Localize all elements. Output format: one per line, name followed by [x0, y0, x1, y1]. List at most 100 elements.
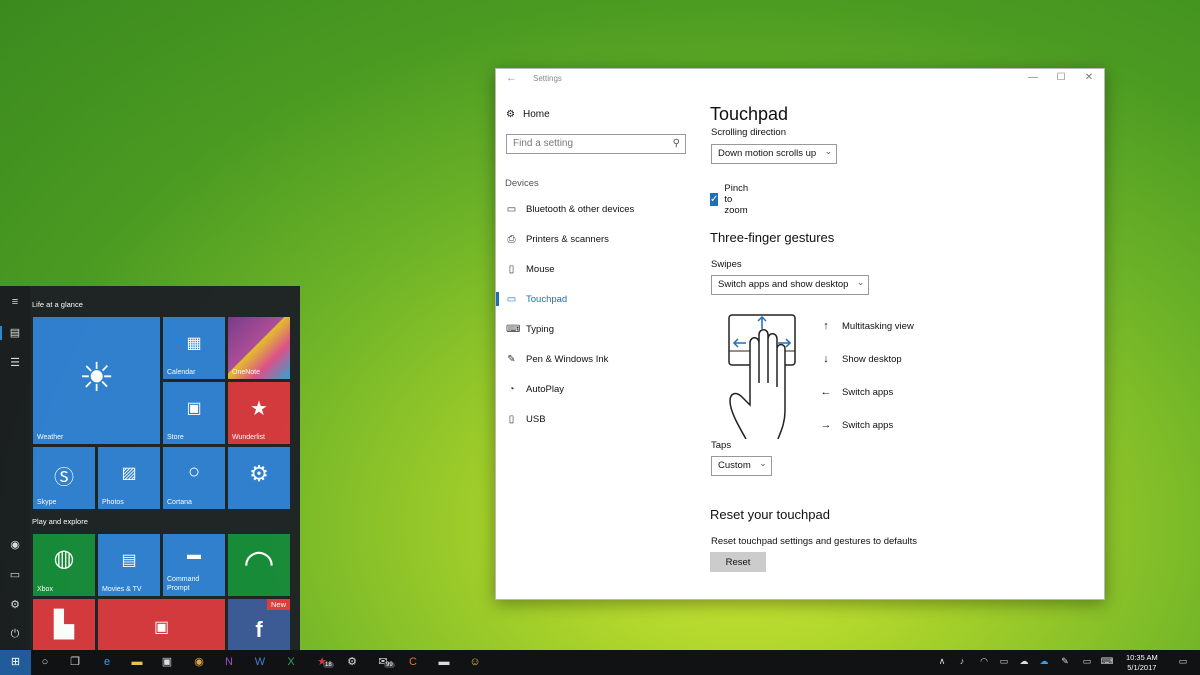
sidebar-item-printers[interactable]: ⎙ Printers & scanners [506, 231, 609, 247]
word-icon[interactable]: W [251, 654, 269, 671]
close-button[interactable]: ✕ [1079, 72, 1099, 83]
windows-start-icon[interactable]: ⊞ [0, 650, 31, 675]
tile-label: Photos [102, 499, 124, 506]
tile-onenote[interactable]: OneNote [228, 317, 290, 379]
tile-photos[interactable]: ▨ Photos [98, 447, 160, 509]
store-icon[interactable]: ▣ [158, 654, 176, 671]
tile-news[interactable]: ▣ [98, 599, 225, 650]
network-icon[interactable]: ▭ [997, 656, 1011, 667]
pinch-to-zoom-row[interactable]: ✓ Pinch to zoom [710, 183, 753, 216]
sidebar-item-typing[interactable]: ⌨ Typing [506, 321, 554, 337]
task-view-icon[interactable]: ❐ [66, 654, 84, 671]
gesture-down-row: ↓ Show desktop [820, 353, 901, 365]
reset-heading: Reset your touchpad [710, 507, 830, 522]
tile-calendar[interactable]: ▦ Calendar [163, 317, 225, 379]
command-prompt-icon[interactable]: ▬ [435, 654, 453, 671]
tile-store[interactable]: ▣ Store [163, 382, 225, 444]
gesture-label: Multitasking view [842, 320, 914, 332]
gesture-right-row: → Switch apps [820, 419, 894, 431]
cloud-icon[interactable]: ☁ [1017, 656, 1031, 667]
sidebar-item-usb[interactable]: ▯ USB [506, 411, 546, 427]
news-icon: ▣ [153, 619, 170, 636]
search-input[interactable]: Find a setting ⚲ [506, 134, 686, 154]
cortana-search-icon[interactable]: ○ [36, 654, 54, 671]
tile-flipboard[interactable]: ▙ [33, 599, 95, 650]
taps-dropdown[interactable]: Custom ⌄ [711, 456, 772, 476]
sidebar-item-mouse[interactable]: ▯ Mouse [506, 261, 555, 277]
tile-skype[interactable]: Ⓢ Skype [33, 447, 95, 509]
headphones-icon: ◠ [243, 542, 275, 583]
sidebar-item-touchpad[interactable]: ▭ Touchpad [506, 291, 567, 307]
search-icon[interactable]: ⚲ [673, 138, 680, 149]
tile-cortana[interactable]: ○ Cortana [163, 447, 225, 509]
settings-gear-icon[interactable]: ⚙ [343, 654, 361, 671]
tile-wunderlist[interactable]: ★ Wunderlist [228, 382, 290, 444]
power-icon[interactable]: ⏻ [6, 628, 24, 644]
settings-window: ← Settings — ☐ ✕ ⚙ Home Find a setting ⚲… [495, 68, 1105, 600]
hamburger-menu-icon[interactable]: ≡ [6, 296, 24, 312]
file-explorer-icon[interactable]: ▬ [128, 654, 146, 671]
tile-xbox[interactable]: ◍ Xbox [33, 534, 95, 596]
chrome-icon[interactable]: ◉ [190, 654, 208, 671]
tiles-view-icon[interactable]: ▤ [6, 326, 24, 342]
pinch-to-zoom-checkbox[interactable]: ✓ [710, 193, 719, 206]
app-c-icon[interactable]: C [404, 654, 422, 671]
tile-groove[interactable]: ◠ [228, 534, 290, 596]
cortana-ring-icon: ○ [187, 461, 201, 483]
edge-browser-icon[interactable]: e [98, 654, 116, 671]
swipes-dropdown[interactable]: Switch apps and show desktop ⌄ [711, 275, 870, 295]
arrow-up-icon: ↑ [823, 320, 829, 332]
tile-label: Xbox [37, 586, 53, 593]
settings-gear-icon[interactable]: ⚙ [6, 598, 24, 614]
onedrive-icon[interactable]: ☁ [1037, 656, 1051, 667]
rail-selection-indicator [0, 326, 2, 340]
nav-home[interactable]: ⚙ Home [506, 109, 550, 120]
tile-settings[interactable]: ⚙ [228, 447, 290, 509]
maximize-button[interactable]: ☐ [1051, 72, 1071, 83]
pen-icon[interactable]: ✎ [1058, 656, 1072, 667]
minimize-button[interactable]: — [1023, 72, 1043, 83]
window-title: Settings [533, 74, 562, 83]
back-button[interactable]: ← [506, 72, 517, 84]
pinch-to-zoom-label: Pinch to zoom [724, 183, 749, 216]
scrolling-direction-label: Scrolling direction [711, 127, 786, 138]
battery-icon[interactable]: ▭ [1080, 656, 1094, 667]
sidebar-item-autoplay[interactable]: ◔ AutoPlay [506, 381, 564, 397]
nav-section-title: Devices [505, 178, 539, 189]
notification-badge: 99 [384, 662, 395, 668]
onenote-icon[interactable]: N [220, 654, 238, 671]
reset-button[interactable]: Reset [710, 552, 766, 572]
chevron-down-icon: ⌄ [759, 458, 767, 468]
excel-icon[interactable]: X [282, 654, 300, 671]
sidebar-item-label: Touchpad [526, 293, 568, 305]
tile-label: Calendar [167, 369, 196, 376]
taps-label: Taps [711, 440, 732, 451]
search-placeholder: Find a setting [513, 138, 574, 149]
mouse-icon: ▯ [508, 263, 515, 275]
gesture-label: Switch apps [842, 386, 894, 398]
tile-facebook[interactable]: New f [228, 599, 290, 650]
user-avatar-icon[interactable]: ◉ [6, 538, 24, 554]
tile-weather[interactable]: ☀ Weather [33, 317, 160, 444]
scrolling-direction-dropdown[interactable]: Down motion scrolls up ⌄ [711, 144, 838, 164]
sidebar-item-label: Typing [526, 323, 554, 335]
start-menu: ≡ ▤ ☰ ◉ ▭ ⚙ ⏻ Life at a glance ☀ Weather… [0, 286, 300, 650]
tile-movies[interactable]: ▤ Movies & TV [98, 534, 160, 596]
emoji-app-icon[interactable]: ☺ [466, 654, 484, 671]
tile-command-prompt[interactable]: ▬ Command Prompt [163, 534, 225, 596]
gesture-up-row: ↑ Multitasking view [820, 320, 914, 332]
all-apps-icon[interactable]: ☰ [6, 356, 24, 372]
action-center-icon[interactable]: ▭ [1176, 656, 1190, 667]
clock[interactable]: 10:35 AM 5/1/2017 [1126, 653, 1158, 673]
sidebar-item-pen[interactable]: ✎ Pen & Windows Ink [506, 351, 608, 367]
wifi-icon[interactable]: ◠ [977, 656, 991, 667]
volume-icon[interactable]: ♪ [955, 656, 969, 666]
chevron-up-icon[interactable]: ∧ [935, 656, 949, 667]
arrow-right-icon: → [820, 419, 832, 431]
wunderlist-icon: ★ [250, 398, 268, 420]
tile-label: Command Prompt [167, 576, 200, 592]
sidebar-item-bluetooth[interactable]: ▭ Bluetooth & other devices [506, 201, 635, 217]
file-explorer-icon[interactable]: ▭ [6, 568, 24, 584]
keyboard-icon[interactable]: ⌨ [1100, 656, 1114, 667]
tile-label: Wunderlist [232, 434, 265, 441]
